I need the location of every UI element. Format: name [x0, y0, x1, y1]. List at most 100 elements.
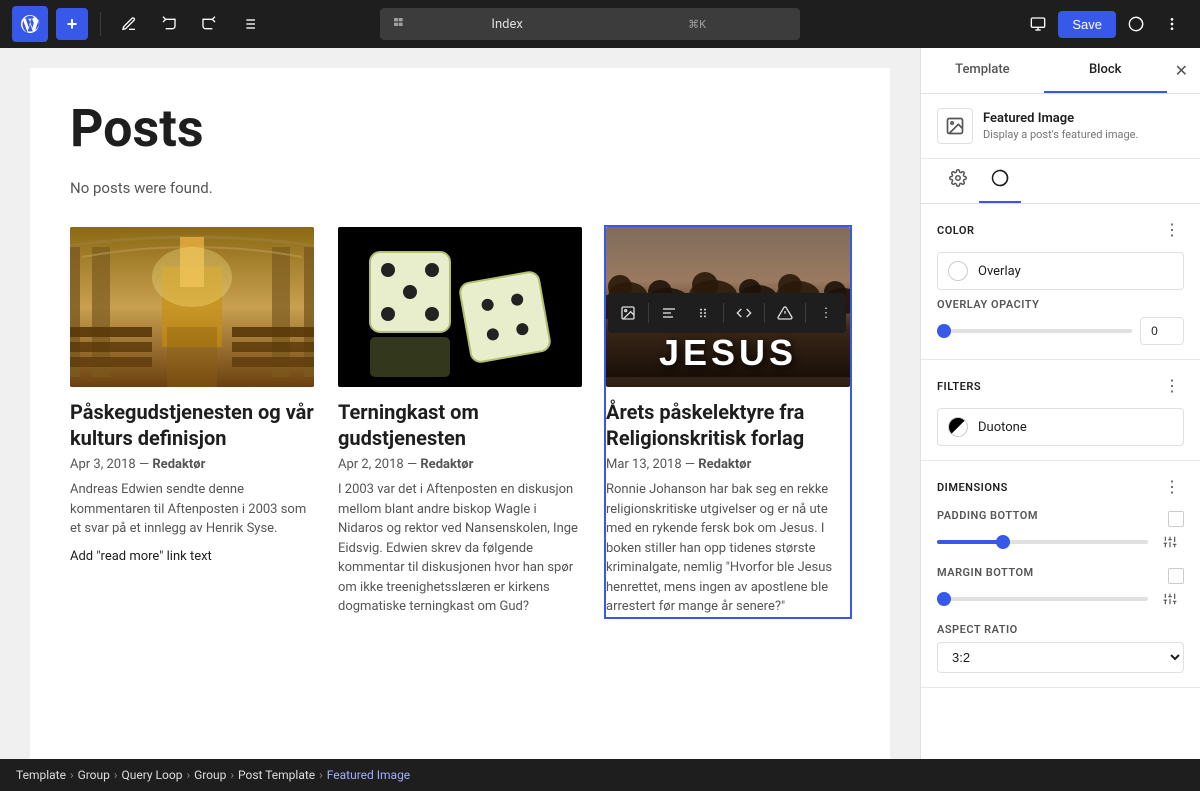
post-read-more-1[interactable]: Add "read more" link text — [70, 549, 314, 564]
bc-template[interactable]: Template — [16, 768, 66, 782]
margin-bottom-checkbox[interactable] — [1168, 568, 1184, 584]
padding-bottom-thumb[interactable] — [996, 535, 1010, 549]
search-label: Index — [416, 17, 598, 32]
options-button[interactable] — [1156, 8, 1188, 40]
bc-sep-4: › — [230, 768, 234, 782]
inner-tab-styles[interactable] — [979, 159, 1021, 203]
post-meta-2: Apr 2, 2018 — Redaktør — [338, 457, 582, 472]
overlay-option[interactable]: Overlay — [937, 252, 1184, 290]
svg-text:JESUS: JESUS — [659, 332, 797, 373]
overlay-label: Overlay — [978, 264, 1021, 279]
save-button[interactable]: Save — [1058, 11, 1116, 38]
bc-sep-5: › — [319, 768, 323, 782]
aspect-ratio-select[interactable]: 3:2 Original Square - 1:1 4:3 16:9 9:16 — [937, 642, 1184, 673]
bc-query-loop[interactable]: Query Loop — [122, 768, 183, 782]
tools-button[interactable] — [113, 8, 145, 40]
padding-bottom-slider[interactable] — [937, 540, 1148, 544]
bc-sep-2: › — [114, 768, 118, 782]
post-title-2: Terningkast om gudstjenesten — [338, 399, 582, 451]
bt-drag-btn[interactable] — [687, 297, 719, 329]
wp-logo[interactable] — [12, 6, 48, 42]
page-title: Posts — [70, 98, 850, 159]
block-toolbar: ⋮ — [608, 293, 846, 333]
bt-separator-2 — [723, 303, 724, 323]
list-view-button[interactable] — [233, 8, 265, 40]
redo-button[interactable] — [193, 8, 225, 40]
padding-bottom-fill — [937, 540, 1000, 544]
post-card-3[interactable]: JESUS Årets påskelektyre fra Religionskr… — [606, 227, 850, 617]
padding-bottom-control: PADDING BOTTOM — [937, 509, 1184, 528]
overlay-color-circle — [948, 261, 968, 281]
dimensions-section-header: Dimensions ⋮ — [937, 475, 1184, 499]
filters-section: Filters ⋮ Duotone — [921, 360, 1200, 461]
toolbar-right: Save — [1022, 8, 1188, 40]
bt-align-btn[interactable] — [653, 297, 685, 329]
overlay-opacity-control: 0 — [937, 317, 1184, 345]
sidebar-tabs: Template Block ✕ — [921, 48, 1200, 94]
bc-featured-image[interactable]: Featured Image — [327, 768, 410, 782]
bc-group-2[interactable]: Group — [194, 768, 226, 782]
sidebar: Template Block ✕ Featured Image Display … — [920, 48, 1200, 759]
padding-bottom-checkbox[interactable] — [1168, 511, 1184, 527]
styles-icon — [991, 169, 1009, 187]
post-meta-1: Apr 3, 2018 — Redaktør — [70, 457, 314, 472]
overlay-opacity-thumb[interactable] — [937, 324, 951, 338]
post-card-1[interactable]: Påskegudstjenesten og vår kulturs defini… — [70, 227, 314, 617]
margin-bottom-control: MARGIN BOTTOM — [937, 566, 1184, 585]
filters-section-more[interactable]: ⋮ — [1160, 374, 1184, 398]
undo-button[interactable] — [153, 8, 185, 40]
bc-sep-1: › — [70, 768, 74, 782]
view-button[interactable] — [1022, 8, 1054, 40]
post-excerpt-2: I 2003 var det i Aftenposten en diskusjo… — [338, 480, 582, 617]
margin-bottom-settings[interactable] — [1156, 585, 1184, 613]
bt-code-btn[interactable] — [728, 297, 760, 329]
sidebar-close-button[interactable]: ✕ — [1167, 53, 1196, 89]
margin-bottom-slider-row — [937, 585, 1184, 613]
canvas-content: Posts No posts were found. — [30, 68, 890, 759]
no-posts-message: No posts were found. — [70, 179, 850, 197]
settings-icon — [949, 169, 967, 187]
margin-bottom-row: MARGIN BOTTOM — [937, 566, 1184, 613]
breadcrumb: Template › Group › Query Loop › Group › … — [0, 759, 1200, 791]
overlay-opacity-label: OVERLAY OPACITY — [937, 298, 1184, 311]
bc-post-template[interactable]: Post Template — [238, 768, 315, 782]
post-image-church — [70, 227, 314, 387]
post-title-3: Årets påskelektyre fra Religionskritisk … — [606, 399, 850, 451]
main-layout: Posts No posts were found. — [0, 48, 1200, 759]
color-section: Color ⋮ Overlay OVERLAY OPACITY 0 — [921, 204, 1200, 360]
dimensions-section-title: Dimensions — [937, 481, 1008, 494]
post-image-dice — [338, 227, 582, 387]
aspect-ratio-row: ASPECT RATIO 3:2 Original Square - 1:1 4… — [937, 623, 1184, 673]
padding-bottom-label: PADDING BOTTOM — [937, 509, 1038, 522]
bc-sep-3: › — [186, 768, 190, 782]
duotone-circle — [948, 417, 968, 437]
post-card-2[interactable]: Terningkast om gudstjenesten Apr 2, 2018… — [338, 227, 582, 617]
styles-button[interactable] — [1120, 8, 1152, 40]
add-block-button[interactable]: + — [56, 8, 88, 40]
bc-group-1[interactable]: Group — [78, 768, 110, 782]
tab-block[interactable]: Block — [1044, 48, 1167, 93]
command-search-bar[interactable]: Index ⌘K — [380, 8, 800, 40]
filters-section-header: Filters ⋮ — [937, 374, 1184, 398]
bt-more-btn[interactable]: ⋮ — [810, 297, 842, 329]
overlay-opacity-slider[interactable] — [937, 329, 1132, 333]
inner-tab-settings[interactable] — [937, 159, 979, 203]
color-section-more[interactable]: ⋮ — [1160, 218, 1184, 242]
aspect-ratio-label: ASPECT RATIO — [937, 623, 1184, 636]
margin-bottom-slider[interactable] — [937, 597, 1148, 601]
bt-featured-image-btn[interactable] — [612, 297, 644, 329]
padding-bottom-row: PADDING BOTTOM — [937, 509, 1184, 556]
overlay-opacity-input[interactable]: 0 — [1140, 317, 1184, 345]
dimensions-section-more[interactable]: ⋮ — [1160, 475, 1184, 499]
filters-section-title: Filters — [937, 380, 981, 393]
block-info: Featured Image Display a post's featured… — [983, 111, 1138, 141]
post-meta-3: Mar 13, 2018 — Redaktør — [606, 457, 850, 472]
margin-bottom-thumb[interactable] — [937, 592, 951, 606]
tab-template[interactable]: Template — [921, 48, 1044, 93]
overlay-opacity-row: OVERLAY OPACITY 0 — [937, 298, 1184, 345]
bt-warning-btn[interactable] — [769, 297, 801, 329]
padding-bottom-settings[interactable] — [1156, 528, 1184, 556]
duotone-option[interactable]: Duotone — [937, 408, 1184, 446]
top-toolbar: + Index ⌘K Save — [0, 0, 1200, 48]
bt-separator-4 — [805, 303, 806, 323]
